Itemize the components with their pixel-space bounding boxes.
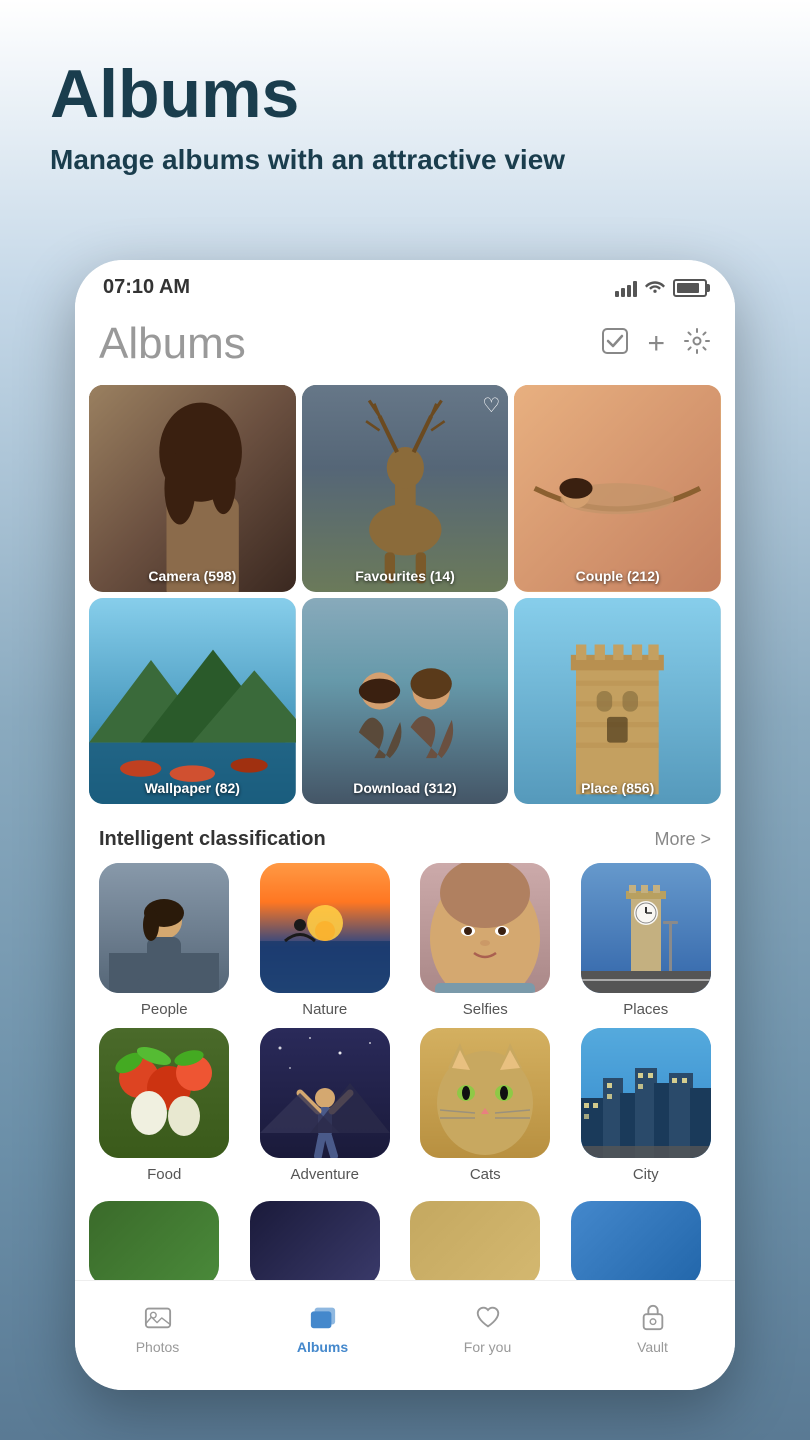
nav-vault-label: Vault	[637, 1339, 668, 1355]
more-link[interactable]: More >	[654, 829, 711, 850]
scrollable-content[interactable]: Albums +	[75, 307, 735, 1337]
class-adventure-thumb	[260, 1028, 390, 1158]
wifi-icon	[645, 277, 665, 298]
class-people-thumb	[99, 863, 229, 993]
album-download-label: Download (312)	[302, 780, 509, 796]
bottom-row	[75, 1197, 735, 1290]
bottom-navigation: Photos Albums For you	[75, 1280, 735, 1390]
nav-albums-label: Albums	[297, 1339, 348, 1355]
class-food[interactable]: Food	[89, 1028, 240, 1183]
class-selfies[interactable]: Selfies	[410, 863, 561, 1018]
top-header: Albums Manage albums with an attractive …	[50, 60, 565, 176]
class-selfies-thumb	[420, 863, 550, 993]
classification-grid: People	[75, 859, 735, 1197]
class-nature[interactable]: Nature	[250, 863, 401, 1018]
add-icon[interactable]: +	[647, 327, 665, 361]
status-bar: 07:10 AM	[75, 260, 735, 307]
select-icon[interactable]	[601, 327, 629, 362]
album-favourites[interactable]: ♡ Favourites (14)	[302, 385, 509, 592]
vault-icon	[637, 1301, 669, 1333]
photos-icon	[142, 1301, 174, 1333]
status-time: 07:10 AM	[103, 276, 190, 299]
albums-heading: Albums	[99, 319, 246, 369]
class-city[interactable]: City	[571, 1028, 722, 1183]
class-food-thumb	[99, 1028, 229, 1158]
class-places-thumb	[581, 863, 711, 993]
phone-mockup: 07:10 AM Albums +	[75, 260, 735, 1390]
album-camera[interactable]: Camera (598)	[89, 385, 296, 592]
class-cats-label: Cats	[470, 1166, 501, 1183]
class-city-thumb	[581, 1028, 711, 1158]
class-cats[interactable]: Cats	[410, 1028, 561, 1183]
album-couple[interactable]: Couple (212)	[514, 385, 721, 592]
bottom-item-2[interactable]	[250, 1201, 380, 1286]
class-adventure-label: Adventure	[291, 1166, 359, 1183]
album-place-label: Place (856)	[514, 780, 721, 796]
page-subtitle: Manage albums with an attractive view	[50, 144, 565, 176]
battery-icon	[673, 279, 707, 297]
class-people-label: People	[141, 1001, 188, 1018]
classification-title: Intelligent classification	[99, 828, 326, 851]
album-place[interactable]: Place (856)	[514, 598, 721, 805]
class-places-label: Places	[623, 1001, 668, 1018]
album-favourites-label: Favourites (14)	[302, 568, 509, 584]
bottom-item-3[interactable]	[410, 1201, 540, 1286]
albums-icon	[307, 1301, 339, 1333]
header-actions: +	[601, 327, 711, 362]
bottom-item-1[interactable]	[89, 1201, 219, 1286]
album-download[interactable]: Download (312)	[302, 598, 509, 805]
class-nature-thumb	[260, 863, 390, 993]
signal-icon	[615, 279, 637, 297]
album-favourites-heart: ♡	[482, 393, 500, 418]
bottom-item-4[interactable]	[571, 1201, 701, 1286]
foryou-icon	[472, 1301, 504, 1333]
nav-vault[interactable]: Vault	[570, 1301, 735, 1355]
class-cats-thumb	[420, 1028, 550, 1158]
albums-grid: Camera (598)	[75, 377, 735, 812]
nav-photos-label: Photos	[136, 1339, 180, 1355]
class-people[interactable]: People	[89, 863, 240, 1018]
album-couple-label: Couple (212)	[514, 568, 721, 584]
class-city-label: City	[633, 1166, 659, 1183]
class-adventure[interactable]: Adventure	[250, 1028, 401, 1183]
settings-icon[interactable]	[683, 327, 711, 362]
classification-header: Intelligent classification More >	[75, 812, 735, 859]
class-food-label: Food	[147, 1166, 181, 1183]
album-camera-label: Camera (598)	[89, 568, 296, 584]
app-header: Albums +	[75, 307, 735, 377]
status-icons	[615, 277, 707, 298]
page-title: Albums	[50, 60, 565, 128]
nav-foryou-label: For you	[464, 1339, 511, 1355]
nav-foryou[interactable]: For you	[405, 1301, 570, 1355]
album-wallpaper[interactable]: Wallpaper (82)	[89, 598, 296, 805]
nav-albums[interactable]: Albums	[240, 1301, 405, 1355]
album-wallpaper-label: Wallpaper (82)	[89, 780, 296, 796]
class-places[interactable]: Places	[571, 863, 722, 1018]
class-nature-label: Nature	[302, 1001, 347, 1018]
nav-photos[interactable]: Photos	[75, 1301, 240, 1355]
class-selfies-label: Selfies	[463, 1001, 508, 1018]
